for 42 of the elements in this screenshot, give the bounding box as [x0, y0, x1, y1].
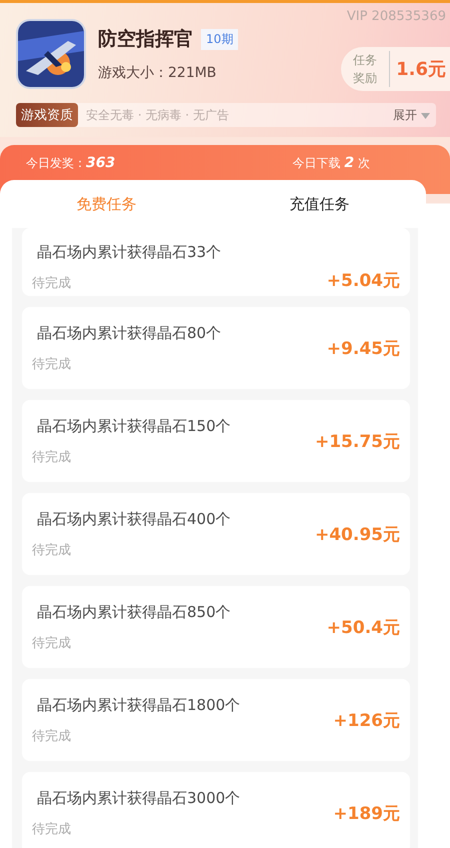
task-title: 晶石场内累计获得晶石400个	[37, 510, 232, 528]
task-status: 待完成	[32, 820, 72, 838]
task-reward: +126元	[333, 710, 400, 732]
quality-items: 安全无毒 · 无病毒 · 无广告	[86, 106, 230, 124]
caret-icon	[421, 112, 430, 118]
task-status: 待完成	[32, 356, 72, 372]
task-title: 晶石场内累计获得晶石33个	[37, 243, 222, 262]
task-reward: +189元	[333, 802, 400, 824]
task-status: 待完成	[32, 275, 72, 292]
game-icon	[18, 21, 84, 87]
task-reward: +15.75元	[314, 430, 400, 452]
task-card[interactable]: 晶石场内累计获得晶石1800个 待完成 +126元	[22, 679, 410, 761]
task-card[interactable]: 晶石场内累计获得晶石400个 待完成 +40.95元	[22, 493, 410, 575]
tab[interactable]: 充值任务	[213, 194, 426, 214]
task-status: 待完成	[32, 728, 72, 744]
reward-label: 任务奖励	[353, 51, 390, 87]
vip-id: VIP 208535369	[346, 9, 446, 24]
quality-tag: 游戏资质	[16, 103, 78, 127]
game-size: 游戏大小：221MB	[98, 64, 218, 82]
task-reward: +9.45元	[326, 338, 400, 360]
task-card[interactable]: 晶石场内累计获得晶石3000个 待完成 +189元	[22, 772, 410, 848]
task-card[interactable]: 晶石场内累计获得晶石150个 待完成 +15.75元	[22, 400, 410, 482]
task-status: 待完成	[32, 448, 72, 466]
task-title: 晶石场内累计获得晶石850个	[37, 602, 232, 622]
task-title: 晶石场内累计获得晶石80个	[37, 324, 222, 342]
issue-badge: 10期	[201, 28, 238, 50]
expand-link[interactable]: 展开	[393, 106, 436, 124]
task-card[interactable]: 晶石场内累计获得晶石80个 待完成 +9.45元	[22, 307, 410, 389]
task-status: 待完成	[32, 542, 72, 558]
award-stat: 今日发奖：363	[26, 155, 116, 172]
task-title: 晶石场内累计获得晶石1800个	[37, 696, 242, 714]
reward-amount: 1.6元	[396, 58, 446, 81]
task-card[interactable]: 晶石场内累计获得晶石33个 待完成 +5.04元	[22, 228, 410, 296]
task-card[interactable]: 晶石场内累计获得晶石850个 待完成 +50.4元	[22, 586, 410, 668]
task-reward: +40.95元	[314, 524, 400, 546]
game-title: 防空指挥官	[98, 27, 193, 52]
task-status: 待完成	[32, 634, 72, 652]
task-title: 晶石场内累计获得晶石3000个	[37, 788, 242, 808]
task-reward: +5.04元	[326, 270, 400, 292]
download-stat: 今日下载 2 次	[292, 155, 370, 172]
task-title: 晶石场内累计获得晶石150个	[37, 416, 232, 436]
task-reward: +50.4元	[326, 616, 400, 638]
